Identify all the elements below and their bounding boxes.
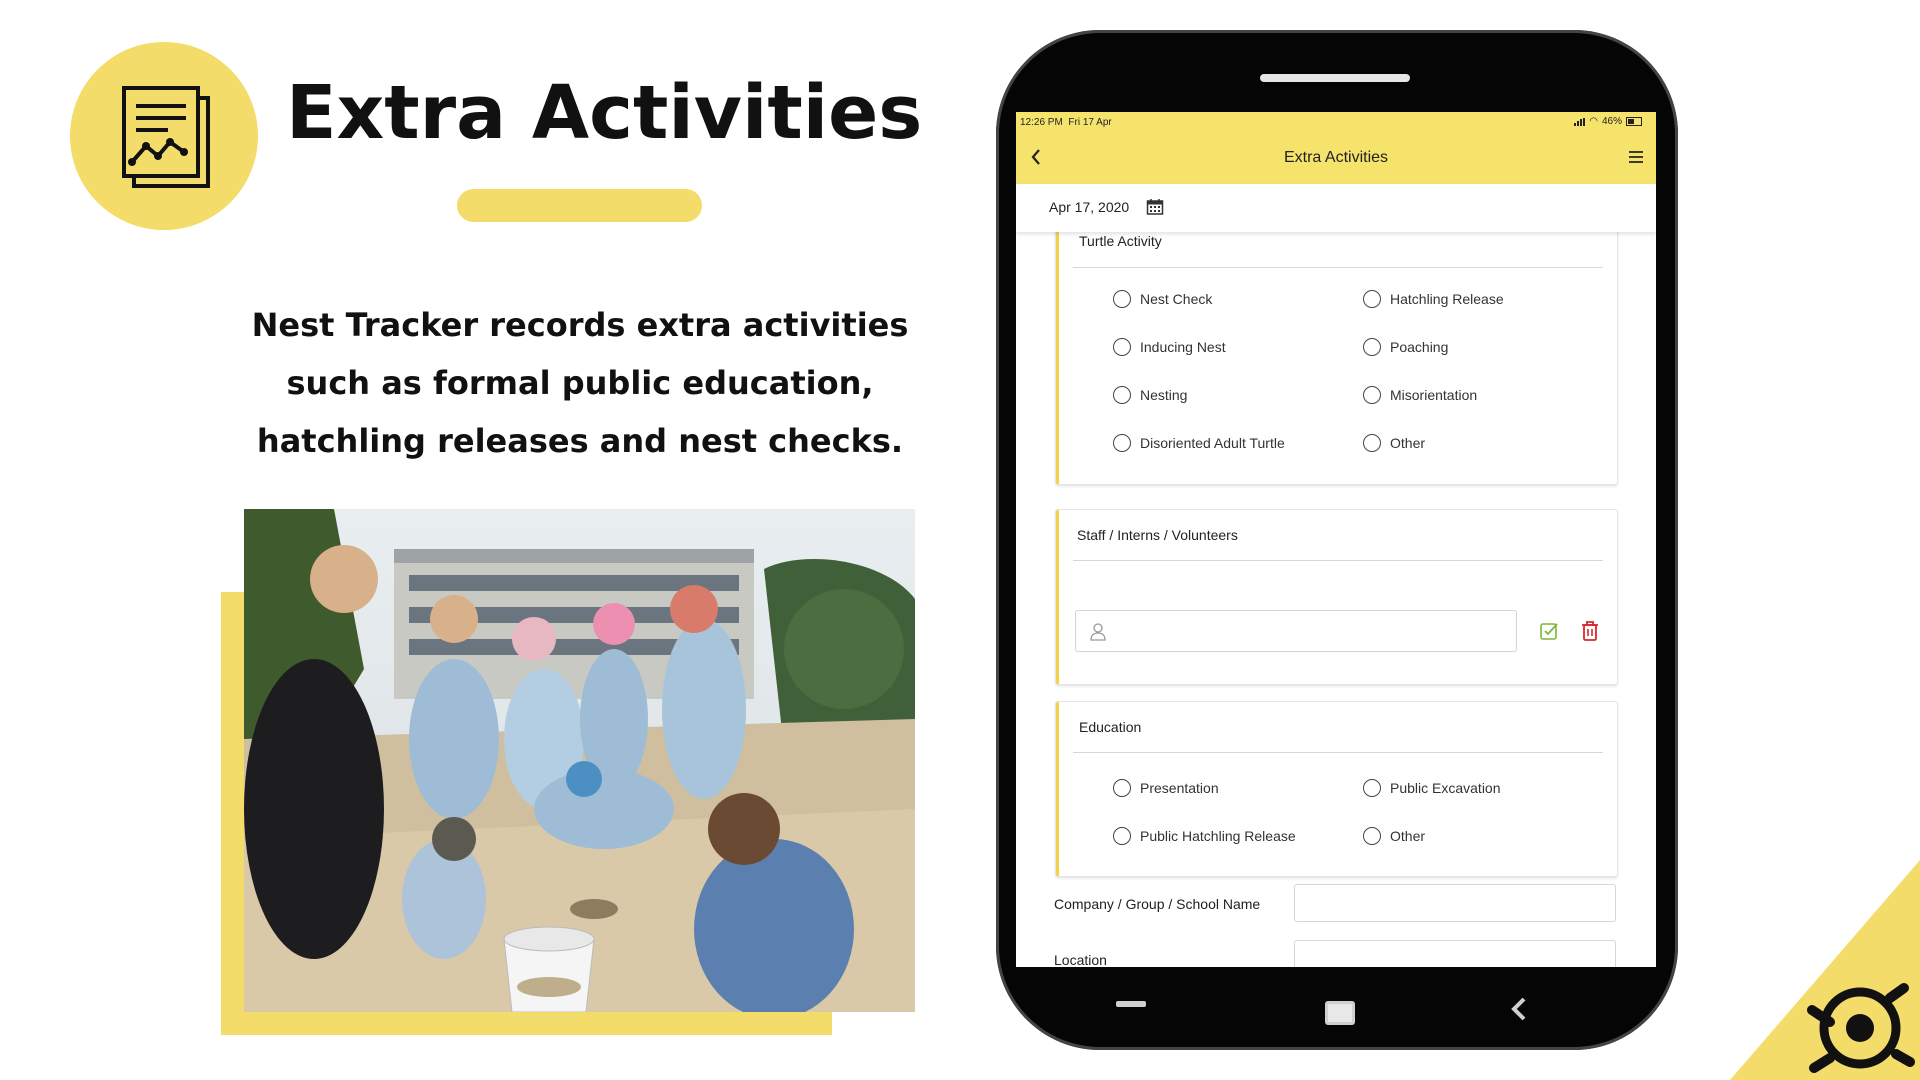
radio-public-excavation[interactable]: Public Excavation bbox=[1363, 779, 1501, 797]
trash-icon bbox=[1582, 621, 1598, 641]
company-input[interactable] bbox=[1294, 884, 1616, 922]
card-divider bbox=[1073, 267, 1603, 268]
radio-poaching[interactable]: Poaching bbox=[1363, 338, 1448, 356]
radio-circle bbox=[1363, 434, 1381, 452]
radio-circle bbox=[1363, 779, 1381, 797]
radio-circle bbox=[1113, 338, 1131, 356]
staff-card: Staff / Interns / Volunteers bbox=[1056, 510, 1617, 684]
hamburger-menu-icon bbox=[1629, 151, 1643, 163]
location-input[interactable] bbox=[1294, 940, 1616, 967]
radio-other-education[interactable]: Other bbox=[1363, 827, 1425, 845]
back-button[interactable] bbox=[1030, 148, 1042, 171]
radio-circle bbox=[1363, 827, 1381, 845]
menu-button[interactable] bbox=[1628, 150, 1644, 169]
radio-nest-check[interactable]: Nest Check bbox=[1113, 290, 1212, 308]
form-scroll-area[interactable]: Turtle Activity Nest Check Hatchling Rel… bbox=[1016, 212, 1656, 967]
date-row: Apr 17, 2020 bbox=[1016, 184, 1656, 232]
radio-circle bbox=[1363, 386, 1381, 404]
confirm-staff-button[interactable] bbox=[1539, 621, 1559, 646]
title-underline bbox=[457, 189, 702, 222]
radio-disoriented-adult-turtle[interactable]: Disoriented Adult Turtle bbox=[1113, 434, 1285, 452]
staff-input[interactable] bbox=[1075, 610, 1517, 652]
radio-public-hatchling-release[interactable]: Public Hatchling Release bbox=[1113, 827, 1296, 845]
app-title: Extra Activities bbox=[1283, 149, 1389, 166]
turtle-activity-title: Turtle Activity bbox=[1079, 233, 1162, 249]
company-label: Company / Group / School Name bbox=[1054, 896, 1261, 912]
education-card: Education Presentation Public Excavation… bbox=[1056, 702, 1617, 876]
date-value[interactable]: Apr 17, 2020 bbox=[1049, 199, 1129, 215]
signal-icon bbox=[1574, 117, 1586, 126]
status-time: 12:26 PM Fri 17 Apr bbox=[1020, 117, 1112, 128]
recent-apps-button[interactable] bbox=[1116, 1001, 1146, 1007]
radio-presentation[interactable]: Presentation bbox=[1113, 779, 1219, 797]
card-divider bbox=[1073, 560, 1603, 561]
battery-percent: 46% bbox=[1601, 116, 1622, 127]
radio-hatchling-release[interactable]: Hatchling Release bbox=[1363, 290, 1504, 308]
phone-speaker bbox=[1260, 74, 1410, 82]
report-chart-icon bbox=[122, 86, 210, 188]
location-label: Location bbox=[1054, 952, 1107, 967]
home-button[interactable] bbox=[1325, 1001, 1355, 1025]
radio-circle bbox=[1363, 290, 1381, 308]
status-bar: 12:26 PM Fri 17 Apr ◠ 46% bbox=[1016, 112, 1656, 132]
radio-circle bbox=[1113, 386, 1131, 404]
turtle-activity-card: Turtle Activity Nest Check Hatchling Rel… bbox=[1056, 212, 1617, 484]
battery-icon bbox=[1626, 117, 1642, 126]
radio-circle bbox=[1113, 827, 1131, 845]
radio-circle bbox=[1113, 290, 1131, 308]
status-indicators: ◠ 46% bbox=[1574, 116, 1642, 127]
radio-nesting[interactable]: Nesting bbox=[1113, 386, 1187, 404]
slide-description: Nest Tracker records extra activities su… bbox=[251, 306, 909, 460]
nav-back-icon[interactable] bbox=[1510, 996, 1528, 1022]
card-divider bbox=[1073, 752, 1603, 753]
slide-title: Extra Activities bbox=[286, 70, 923, 156]
radio-misorientation[interactable]: Misorientation bbox=[1363, 386, 1477, 404]
person-icon bbox=[1090, 623, 1106, 641]
staff-title: Staff / Interns / Volunteers bbox=[1077, 527, 1238, 543]
phone-frame: 12:26 PM Fri 17 Apr ◠ 46% Extra Activiti… bbox=[996, 30, 1678, 1050]
delete-staff-button[interactable] bbox=[1581, 620, 1599, 647]
radio-circle bbox=[1113, 779, 1131, 797]
calendar-button[interactable] bbox=[1146, 198, 1164, 221]
activity-photo bbox=[244, 509, 915, 1012]
radio-inducing-nest[interactable]: Inducing Nest bbox=[1113, 338, 1226, 356]
app-screen: 12:26 PM Fri 17 Apr ◠ 46% Extra Activiti… bbox=[1016, 112, 1656, 967]
wifi-icon: ◠ bbox=[1589, 116, 1598, 127]
radio-circle bbox=[1113, 434, 1131, 452]
radio-circle bbox=[1363, 338, 1381, 356]
calendar-icon bbox=[1146, 199, 1164, 215]
chevron-left-icon bbox=[1031, 149, 1040, 165]
check-square-icon bbox=[1540, 623, 1558, 640]
corner-decoration bbox=[1730, 860, 1920, 1080]
app-header: Extra Activities bbox=[1016, 132, 1656, 184]
logo-badge bbox=[70, 42, 258, 230]
radio-other-activity[interactable]: Other bbox=[1363, 434, 1425, 452]
education-title: Education bbox=[1079, 719, 1142, 735]
